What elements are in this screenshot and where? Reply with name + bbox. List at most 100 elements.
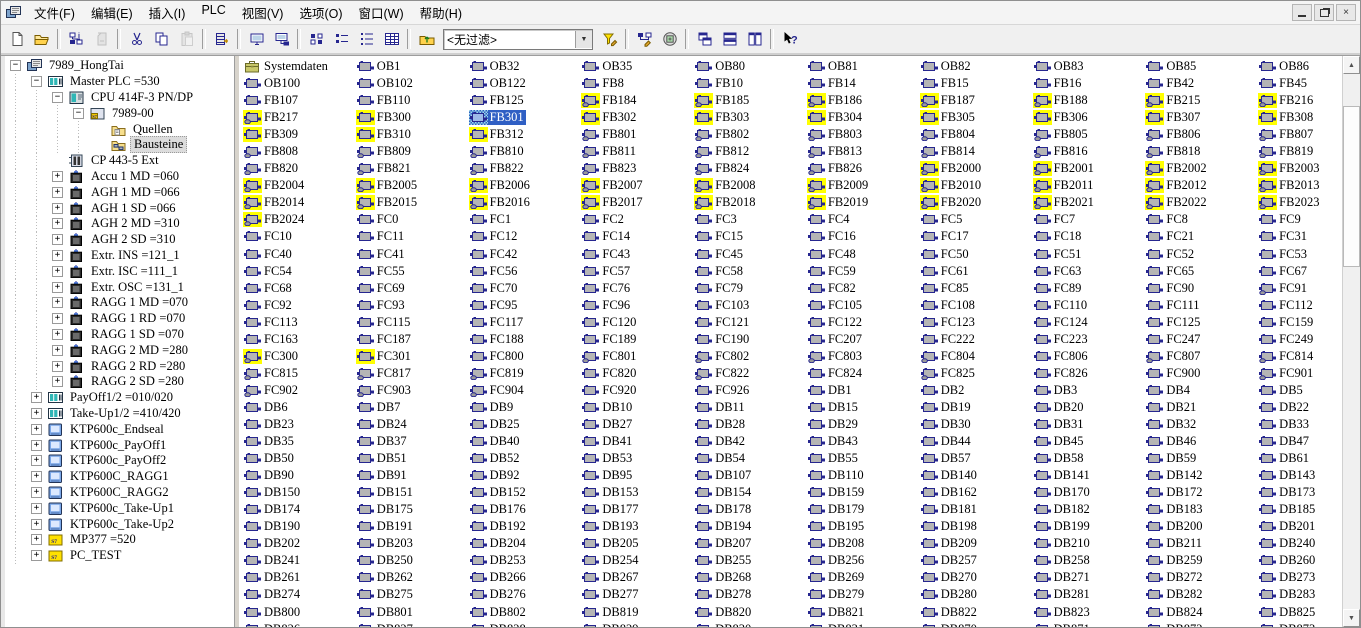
- block-item[interactable]: DB52: [469, 450, 582, 467]
- block-item[interactable]: DB205: [581, 535, 694, 552]
- block-item[interactable]: FC300: [243, 348, 356, 365]
- tree-item[interactable]: +KTP600c_Take-Up1: [5, 500, 234, 516]
- collapse-icon[interactable]: −: [52, 92, 63, 103]
- block-item[interactable]: DB31: [1033, 416, 1146, 433]
- block-item[interactable]: FB302: [581, 109, 694, 126]
- block-item[interactable]: FB310: [356, 126, 469, 143]
- block-item[interactable]: FC21: [1145, 228, 1258, 245]
- download-button[interactable]: [209, 27, 234, 51]
- block-item[interactable]: FC814: [1258, 348, 1342, 365]
- block-item[interactable]: FB2017: [581, 194, 694, 211]
- block-item[interactable]: DB210: [1033, 535, 1146, 552]
- block-item[interactable]: FB2023: [1258, 194, 1342, 211]
- block-item[interactable]: DB267: [581, 569, 694, 586]
- block-item[interactable]: FC42: [469, 246, 582, 263]
- block-item[interactable]: FC103: [694, 297, 807, 314]
- block-item[interactable]: FC16: [807, 228, 920, 245]
- block-item[interactable]: DB50: [243, 450, 356, 467]
- block-item[interactable]: FC56: [469, 263, 582, 280]
- block-item[interactable]: FB2005: [356, 177, 469, 194]
- block-item[interactable]: FC802: [694, 348, 807, 365]
- block-item[interactable]: DB822: [920, 604, 1033, 621]
- block-item[interactable]: DB24: [356, 416, 469, 433]
- tree-item[interactable]: +S7PC_TEST: [5, 548, 234, 564]
- block-item[interactable]: DB28: [694, 416, 807, 433]
- block-item[interactable]: FB801: [581, 126, 694, 143]
- block-item[interactable]: FC8: [1145, 211, 1258, 228]
- tree-item[interactable]: −CPU 414F-3 PN/DP: [5, 90, 234, 106]
- block-item[interactable]: FC67: [1258, 263, 1342, 280]
- expand-icon[interactable]: +: [52, 361, 63, 372]
- tree-item[interactable]: +Extr. OSC =131_1: [5, 279, 234, 295]
- block-item[interactable]: DB209: [920, 535, 1033, 552]
- expand-icon[interactable]: +: [31, 440, 42, 451]
- block-item[interactable]: FB812: [694, 143, 807, 160]
- cut-button[interactable]: [124, 27, 149, 51]
- block-item[interactable]: FC819: [469, 365, 582, 382]
- block-item[interactable]: FC803: [807, 348, 920, 365]
- block-item[interactable]: DB831: [807, 621, 920, 627]
- expand-icon[interactable]: +: [52, 376, 63, 387]
- tree-item[interactable]: +KTP600c_Take-Up2: [5, 516, 234, 532]
- block-item[interactable]: DB255: [694, 552, 807, 569]
- block-item[interactable]: DB873: [1258, 621, 1342, 627]
- block-item[interactable]: FC63: [1033, 263, 1146, 280]
- tree-item[interactable]: +AGH 2 MD =310: [5, 216, 234, 232]
- block-item[interactable]: FB2012: [1145, 177, 1258, 194]
- block-item[interactable]: DB198: [920, 518, 1033, 535]
- block-item[interactable]: DB174: [243, 501, 356, 518]
- block-item[interactable]: FB807: [1258, 126, 1342, 143]
- block-item[interactable]: FC89: [1033, 280, 1146, 297]
- block-item[interactable]: FC51: [1033, 246, 1146, 263]
- scrollbar-track[interactable]: [1343, 74, 1360, 609]
- block-item[interactable]: DB257: [920, 552, 1033, 569]
- block-item[interactable]: DB175: [356, 501, 469, 518]
- block-item[interactable]: FB2009: [807, 177, 920, 194]
- collapse-icon[interactable]: −: [10, 60, 21, 71]
- block-item[interactable]: FC1: [469, 211, 582, 228]
- block-item[interactable]: DB25: [469, 416, 582, 433]
- block-item[interactable]: OB32: [469, 58, 582, 75]
- block-item[interactable]: FC0: [356, 211, 469, 228]
- block-item[interactable]: FB2021: [1033, 194, 1146, 211]
- block-item[interactable]: DB190: [243, 518, 356, 535]
- block-item[interactable]: FC68: [243, 280, 356, 297]
- block-item[interactable]: DB57: [920, 450, 1033, 467]
- block-item[interactable]: FB2014: [243, 194, 356, 211]
- tree-item[interactable]: +AGH 1 MD =066: [5, 184, 234, 200]
- block-item[interactable]: DB823: [1033, 604, 1146, 621]
- block-item[interactable]: FB2001: [1033, 160, 1146, 177]
- block-item[interactable]: OB100: [243, 75, 356, 92]
- block-item[interactable]: OB85: [1145, 58, 1258, 75]
- block-item[interactable]: FC301: [356, 348, 469, 365]
- tree-item[interactable]: −Master PLC =530: [5, 74, 234, 90]
- tree-item[interactable]: +RAGG 1 MD =070: [5, 295, 234, 311]
- block-item[interactable]: DB819: [581, 604, 694, 621]
- scroll-down-button[interactable]: ▼: [1343, 609, 1360, 627]
- block-item[interactable]: FC76: [581, 280, 694, 297]
- block-item[interactable]: FB818: [1145, 143, 1258, 160]
- block-item[interactable]: FB8: [581, 75, 694, 92]
- block-item[interactable]: DB91: [356, 467, 469, 484]
- block-item[interactable]: DB143: [1258, 467, 1342, 484]
- block-item[interactable]: DB871: [1033, 621, 1146, 627]
- block-item[interactable]: DB92: [469, 467, 582, 484]
- block-item[interactable]: FC187: [356, 331, 469, 348]
- tree-item[interactable]: −7989_HongTai: [5, 58, 234, 74]
- block-item[interactable]: FB802: [694, 126, 807, 143]
- block-item[interactable]: FC14: [581, 228, 694, 245]
- block-item[interactable]: DB240: [1258, 535, 1342, 552]
- block-item[interactable]: DB6: [243, 399, 356, 416]
- block-item[interactable]: FC115: [356, 314, 469, 331]
- collapse-icon[interactable]: −: [73, 108, 84, 119]
- block-item[interactable]: FC3: [694, 211, 807, 228]
- block-item[interactable]: FB187: [920, 92, 1033, 109]
- tree-item[interactable]: +Extr. INS =121_1: [5, 248, 234, 264]
- menu-item[interactable]: 文件(F): [26, 0, 83, 25]
- block-item[interactable]: FC85: [920, 280, 1033, 297]
- block-item[interactable]: FC61: [920, 263, 1033, 280]
- block-item[interactable]: FB2013: [1258, 177, 1342, 194]
- block-item[interactable]: FC58: [694, 263, 807, 280]
- block-item[interactable]: FC50: [920, 246, 1033, 263]
- block-item[interactable]: DB37: [356, 433, 469, 450]
